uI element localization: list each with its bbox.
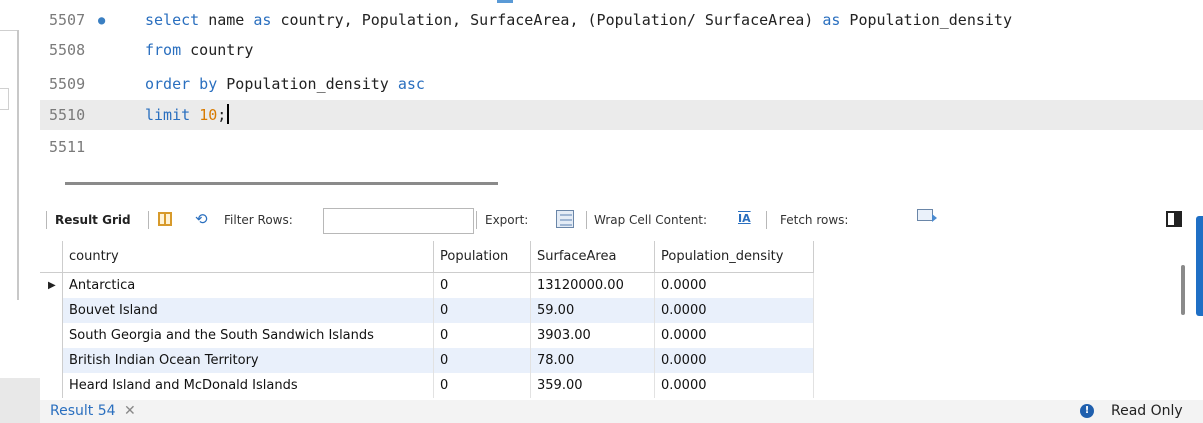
code-text: from country	[145, 41, 254, 59]
result-table: country Population SurfaceArea Populatio…	[40, 241, 814, 398]
cell-population[interactable]: 0	[433, 323, 531, 348]
line-number: 5509	[49, 75, 86, 93]
toolbar-divider	[766, 211, 767, 229]
column-header-population-density[interactable]: Population_density	[654, 241, 814, 273]
result-grid: country Population SurfaceArea Populatio…	[40, 241, 824, 398]
table-row[interactable]: British Indian Ocean Territory 0 78.00 0…	[40, 348, 814, 373]
cell-country[interactable]: South Georgia and the South Sandwich Isl…	[62, 323, 434, 348]
cell-population[interactable]: 0	[433, 373, 531, 398]
sql-editor[interactable]: 5507 ● select name as country, Populatio…	[40, 0, 1203, 175]
line-number: 5507	[49, 11, 86, 29]
table-row[interactable]: Heard Island and McDonald Islands 0 359.…	[40, 373, 814, 398]
result-tab[interactable]: Result 54	[50, 403, 116, 419]
row-indicator	[40, 298, 63, 323]
code-line-5511[interactable]: 5511	[40, 132, 1203, 162]
table-header-row: country Population SurfaceArea Populatio…	[40, 241, 814, 273]
selected-row-arrow-icon: ▶	[40, 272, 63, 298]
cell-population-density[interactable]: 0.0000	[654, 298, 814, 323]
table-row[interactable]: ▶ Antarctica 0 13120000.00 0.0000	[40, 272, 814, 298]
sidebar-bottom-bar	[0, 378, 40, 423]
horizontal-scrollbar[interactable]	[65, 182, 498, 185]
cell-population[interactable]: 0	[433, 298, 531, 323]
toolbar-divider	[46, 211, 47, 229]
export-icon[interactable]	[556, 210, 574, 228]
cell-population-density[interactable]: 0.0000	[654, 348, 814, 373]
filter-rows-input[interactable]	[323, 208, 474, 234]
sidebar-panel-edge	[0, 0, 18, 31]
filter-rows-label: Filter Rows:	[224, 213, 293, 227]
toolbar-divider	[476, 211, 477, 229]
cell-country[interactable]: British Indian Ocean Territory	[62, 348, 434, 373]
code-text: order by Population_density asc	[145, 75, 425, 93]
cell-country[interactable]: Antarctica	[62, 272, 434, 298]
code-text: limit 10;	[145, 100, 230, 130]
grid-view-icon[interactable]	[158, 212, 172, 226]
read-only-label: Read Only	[1111, 403, 1183, 419]
fetch-rows-icon[interactable]	[917, 209, 937, 222]
table-row[interactable]: South Georgia and the South Sandwich Isl…	[40, 323, 814, 348]
statement-marker-icon: ●	[98, 13, 106, 27]
toggle-panel-icon[interactable]	[1166, 211, 1182, 227]
cell-population-density[interactable]: 0.0000	[654, 272, 814, 298]
code-text: select name as country, Population, Surf…	[145, 11, 1012, 29]
left-sidebar-strip	[0, 0, 40, 423]
sidebar-scroll-track[interactable]	[17, 30, 19, 300]
editor-scroll-marker	[497, 0, 513, 3]
code-line-5510[interactable]: 5510 limit 10;	[40, 100, 1203, 130]
wrap-cell-content-label: Wrap Cell Content:	[594, 213, 708, 227]
cell-population[interactable]: 0	[433, 272, 531, 298]
sidebar-mini-box	[0, 88, 9, 110]
cell-country[interactable]: Bouvet Island	[62, 298, 434, 323]
fetch-rows-label: Fetch rows:	[780, 213, 849, 227]
toolbar-divider	[148, 211, 149, 229]
line-number: 5511	[49, 138, 86, 156]
toolbar-divider	[586, 211, 587, 229]
column-header-population[interactable]: Population	[433, 241, 531, 273]
cell-population[interactable]: 0	[433, 348, 531, 373]
column-header-country[interactable]: country	[62, 241, 434, 273]
cell-country[interactable]: Heard Island and McDonald Islands	[62, 373, 434, 398]
vertical-scrollbar-thumb[interactable]	[1181, 265, 1185, 315]
side-panel-tab[interactable]	[1196, 216, 1203, 316]
export-label: Export:	[485, 213, 529, 227]
result-status-bar: Result 54 ✕ ! Read Only	[40, 400, 1203, 423]
wrap-cell-icon[interactable]: IA	[738, 212, 751, 225]
result-toolbar: Result Grid ⟲ Filter Rows: Export: Wrap …	[40, 205, 1203, 235]
column-header-surfacearea[interactable]: SurfaceArea	[530, 241, 655, 273]
table-row[interactable]: Bouvet Island 0 59.00 0.0000	[40, 298, 814, 323]
cell-surfacearea[interactable]: 59.00	[530, 298, 655, 323]
row-indicator	[40, 373, 63, 398]
cell-surfacearea[interactable]: 3903.00	[530, 323, 655, 348]
text-caret	[227, 104, 230, 124]
code-line-5509[interactable]: 5509 order by Population_density asc	[40, 69, 1203, 99]
row-indicator	[40, 323, 63, 348]
row-indicator	[40, 348, 63, 373]
result-grid-tab[interactable]: Result Grid	[55, 213, 131, 227]
cell-surfacearea[interactable]: 13120000.00	[530, 272, 655, 298]
line-number: 5510	[49, 106, 86, 124]
cell-surfacearea[interactable]: 359.00	[530, 373, 655, 398]
info-icon: !	[1080, 404, 1094, 418]
line-number: 5508	[49, 41, 86, 59]
close-icon[interactable]: ✕	[124, 403, 136, 419]
cell-population-density[interactable]: 0.0000	[654, 373, 814, 398]
cell-surfacearea[interactable]: 78.00	[530, 348, 655, 373]
cell-population-density[interactable]: 0.0000	[654, 323, 814, 348]
row-indicator-header	[40, 241, 63, 273]
code-line-5507[interactable]: 5507 ● select name as country, Populatio…	[40, 5, 1203, 35]
filter-refresh-icon[interactable]: ⟲	[195, 210, 208, 228]
code-line-5508[interactable]: 5508 from country	[40, 35, 1203, 65]
